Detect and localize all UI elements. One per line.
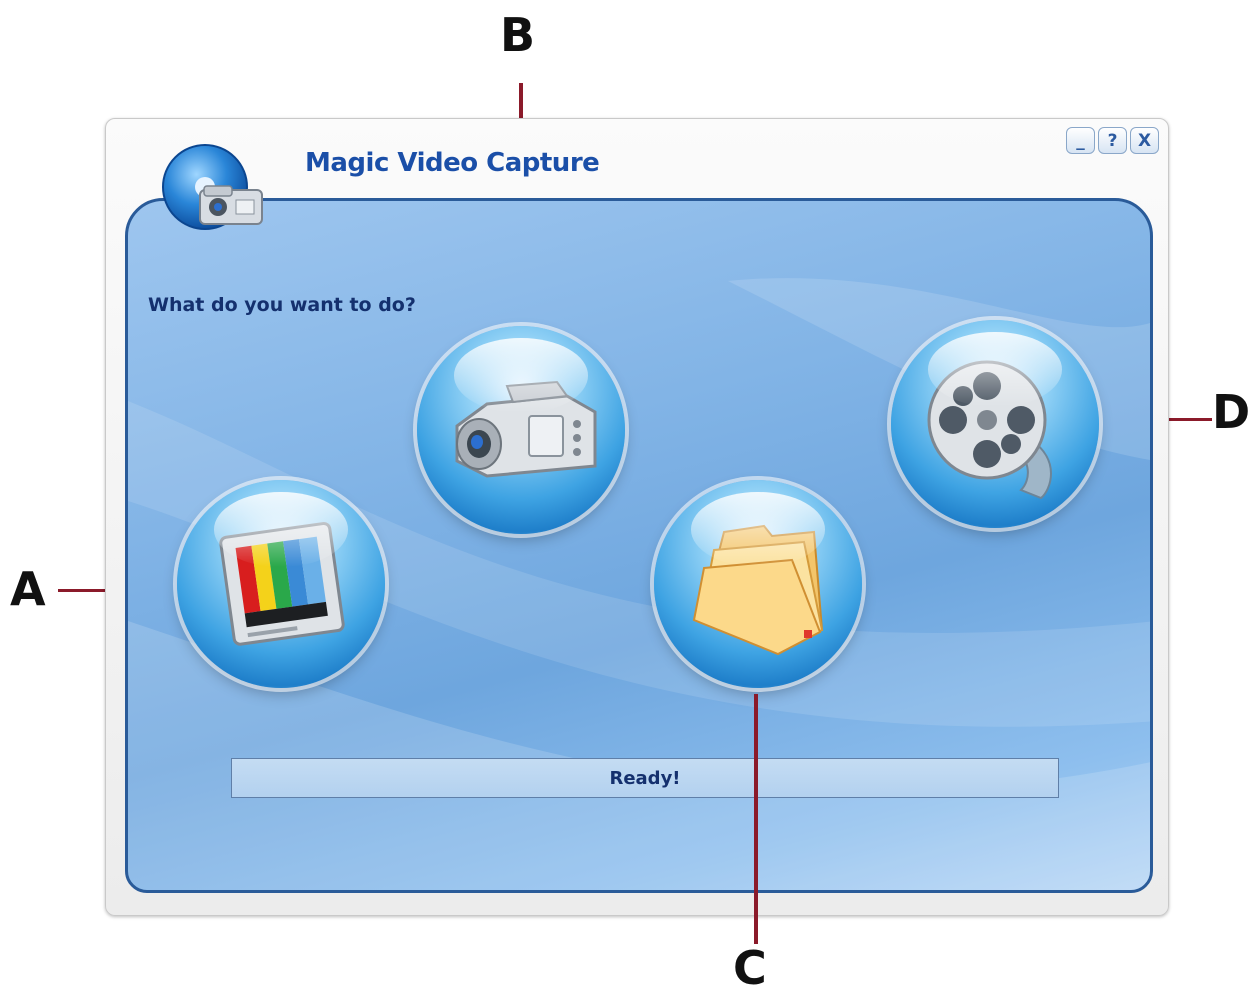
edit-video-button[interactable] bbox=[891, 320, 1099, 528]
open-folder-button[interactable] bbox=[654, 480, 862, 688]
capture-tv-button[interactable] bbox=[177, 480, 385, 688]
callout-label-d: D bbox=[1212, 385, 1248, 439]
minimize-button[interactable]: _ bbox=[1066, 127, 1095, 154]
callout-label-c: C bbox=[733, 941, 767, 995]
folder-icon bbox=[692, 524, 824, 656]
close-button[interactable]: X bbox=[1130, 127, 1159, 154]
help-button[interactable]: ? bbox=[1098, 127, 1127, 154]
camcorder-icon bbox=[455, 380, 597, 478]
callout-label-b: B bbox=[500, 8, 536, 62]
prompt-text: What do you want to do? bbox=[148, 294, 416, 316]
tv-icon bbox=[219, 522, 345, 646]
window-controls: _ ? X bbox=[1066, 127, 1159, 154]
film-reel-icon bbox=[927, 360, 1052, 500]
status-bar: Ready! bbox=[231, 758, 1059, 798]
capture-camcorder-button[interactable] bbox=[417, 326, 625, 534]
app-logo-icon bbox=[160, 142, 272, 234]
status-text: Ready! bbox=[609, 767, 681, 789]
callout-line-c bbox=[754, 694, 758, 944]
window-title: Magic Video Capture bbox=[305, 148, 600, 178]
callout-label-a: A bbox=[10, 562, 46, 616]
